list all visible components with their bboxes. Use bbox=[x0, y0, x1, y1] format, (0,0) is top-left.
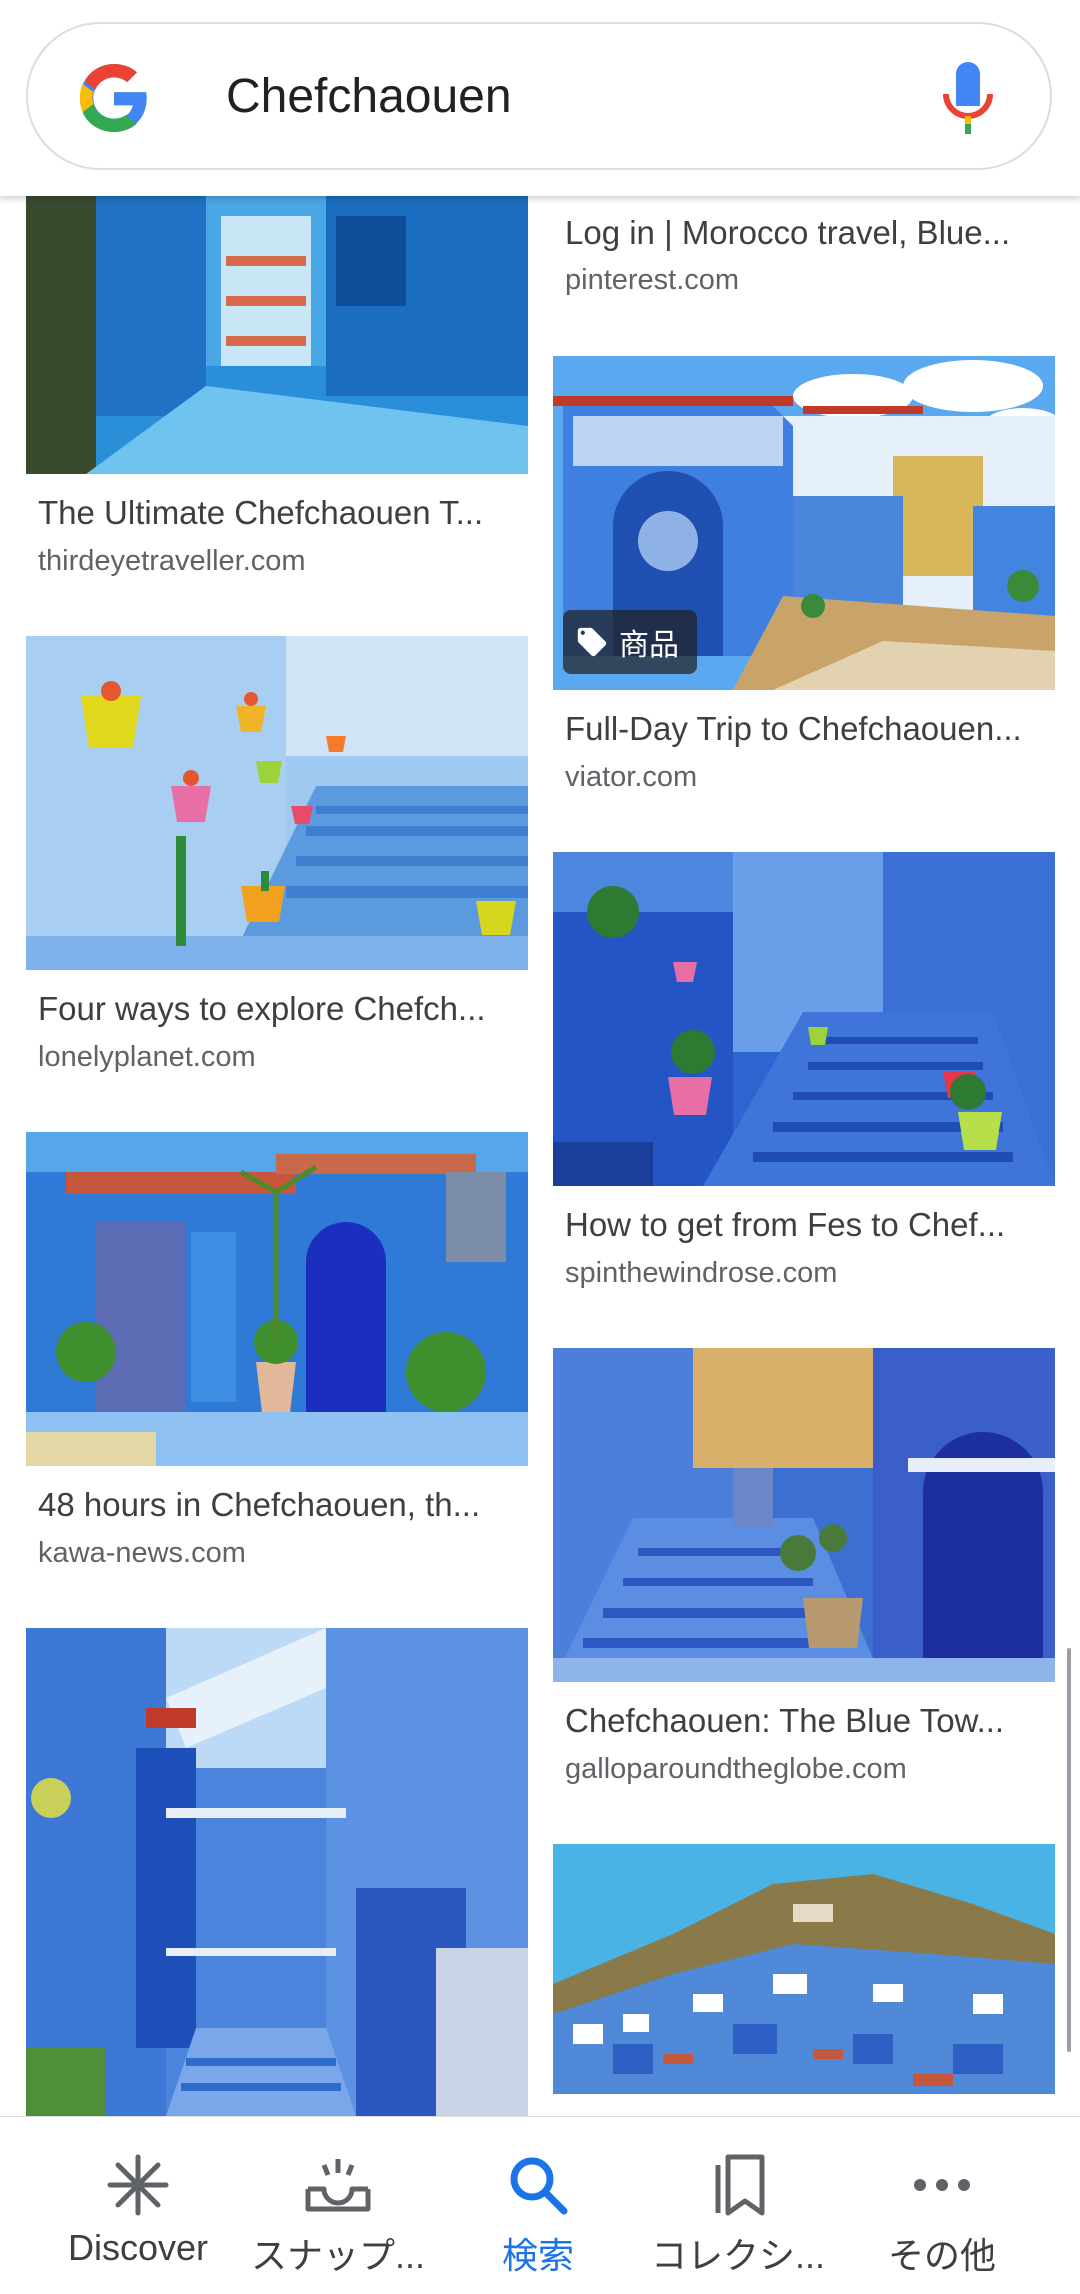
result-title[interactable]: Four ways to explore Chefch... bbox=[38, 990, 518, 1028]
product-tag-label: 商品 bbox=[619, 629, 679, 662]
asterisk-icon bbox=[102, 2149, 174, 2221]
nav-label: Discover bbox=[67, 2227, 209, 2268]
result-source: viator.com bbox=[565, 761, 698, 793]
nav-item-discover[interactable]: Discover bbox=[30, 2117, 246, 2294]
price-tag-icon bbox=[577, 627, 607, 657]
result-thumbnail[interactable] bbox=[26, 636, 528, 970]
more-horiz-icon bbox=[906, 2149, 978, 2221]
collections-bookmark-icon bbox=[702, 2149, 774, 2221]
result-source: galloparoundtheglobe.com bbox=[565, 1753, 907, 1785]
search-query-text[interactable]: Chefchaouen bbox=[226, 64, 512, 130]
microphone-icon[interactable] bbox=[940, 58, 996, 138]
result-source: kawa-news.com bbox=[38, 1537, 246, 1569]
result-title[interactable]: The Ultimate Chefchaouen T... bbox=[38, 494, 518, 532]
image-result-card[interactable]: The Ultimate Chefchaouen T... thirdeyetr… bbox=[26, 196, 528, 596]
result-title[interactable]: Log in | Morocco travel, Blue... bbox=[565, 214, 1045, 252]
nav-label: 検索 bbox=[501, 2235, 574, 2276]
result-thumbnail[interactable] bbox=[553, 1348, 1055, 1682]
nav-label: スナップ... bbox=[250, 2235, 425, 2276]
nav-label: コレクシ... bbox=[650, 2235, 825, 2276]
image-results-grid: The Ultimate Chefchaouen T... thirdeyetr… bbox=[0, 196, 1080, 2116]
nav-item-search[interactable]: 検索 bbox=[430, 2117, 646, 2294]
result-title[interactable]: Full-Day Trip to Chefchaouen... bbox=[565, 710, 1045, 748]
search-header: Chefchaouen bbox=[0, 0, 1080, 196]
image-result-card[interactable] bbox=[553, 1844, 1055, 2116]
result-thumbnail[interactable] bbox=[553, 1844, 1055, 2094]
image-result-card[interactable] bbox=[26, 1628, 528, 2116]
result-thumbnail[interactable] bbox=[26, 1628, 528, 2116]
image-result-card[interactable]: 48 hours in Chefchaouen, th... kawa-news… bbox=[26, 1132, 528, 1569]
bottom-navigation: Discover スナップ... 検索 コレクシ... その他 bbox=[0, 2116, 1080, 2294]
image-result-card[interactable]: How to get from Fes to Chef... spinthewi… bbox=[553, 852, 1055, 1289]
result-title[interactable]: 48 hours in Chefchaouen, th... bbox=[38, 1486, 518, 1524]
google-logo-icon[interactable] bbox=[74, 58, 154, 138]
snapshot-tray-icon bbox=[302, 2149, 374, 2221]
result-source: pinterest.com bbox=[565, 264, 740, 296]
result-thumbnail[interactable] bbox=[26, 1132, 528, 1466]
result-source: thirdeyetraveller.com bbox=[38, 545, 306, 577]
image-result-card[interactable]: 商品 Full-Day Trip to Chefchaouen... viato… bbox=[553, 356, 1055, 793]
nav-item-snapshot[interactable]: スナップ... bbox=[230, 2117, 446, 2294]
result-source: lonelyplanet.com bbox=[38, 1041, 256, 1073]
search-icon bbox=[502, 2149, 574, 2221]
search-bar[interactable]: Chefchaouen bbox=[26, 22, 1052, 170]
scrollbar-thumb[interactable] bbox=[1067, 1648, 1071, 2052]
product-tag: 商品 bbox=[563, 610, 697, 674]
result-source: spinthewindrose.com bbox=[565, 1257, 838, 1289]
result-thumbnail[interactable] bbox=[26, 196, 528, 474]
image-result-card[interactable]: Log in | Morocco travel, Blue... pintere… bbox=[553, 196, 1055, 316]
nav-item-collections[interactable]: コレクシ... bbox=[630, 2117, 846, 2294]
result-thumbnail[interactable] bbox=[553, 852, 1055, 1186]
result-title[interactable]: Chefchaouen: The Blue Tow... bbox=[565, 1702, 1045, 1740]
nav-item-more[interactable]: その他 bbox=[834, 2117, 1050, 2294]
nav-label: その他 bbox=[887, 2235, 996, 2276]
result-title[interactable]: How to get from Fes to Chef... bbox=[565, 1206, 1045, 1244]
image-result-card[interactable]: Chefchaouen: The Blue Tow... galloparoun… bbox=[553, 1348, 1055, 1785]
result-thumbnail[interactable]: 商品 bbox=[553, 356, 1055, 690]
image-result-card[interactable]: Four ways to explore Chefch... lonelypla… bbox=[26, 636, 528, 1073]
